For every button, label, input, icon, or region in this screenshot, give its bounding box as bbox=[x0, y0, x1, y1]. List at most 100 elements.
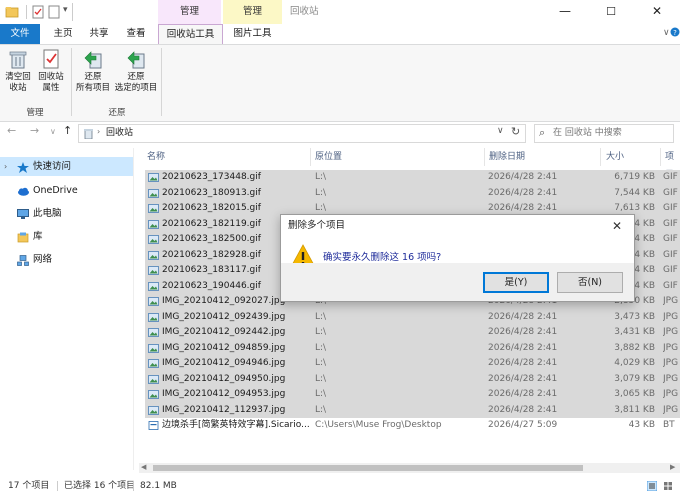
file-date-deleted: 2026/4/28 2:41 bbox=[488, 172, 558, 182]
scroll-right-icon[interactable]: ▶ bbox=[670, 463, 675, 471]
column-header-location[interactable]: 原位置 bbox=[315, 148, 342, 166]
file-item-type: JPG bbox=[663, 358, 679, 368]
help-icon[interactable]: ? bbox=[670, 26, 680, 38]
tab-recycle-bin-tools[interactable]: 回收站工具 bbox=[158, 24, 223, 45]
image-file-icon bbox=[148, 219, 159, 229]
file-row[interactable]: IMG_20210412_092439.jpg L:\ 2026/4/28 2:41… bbox=[145, 309, 680, 325]
file-item-type: JPG bbox=[663, 342, 679, 353]
explorer-icon[interactable] bbox=[5, 5, 19, 19]
file-original-location: C:\Users\Muse Frog\Desktop bbox=[315, 420, 442, 430]
group-label-manage: 管理 bbox=[26, 108, 44, 118]
minimize-button[interactable]: — bbox=[542, 0, 588, 24]
tab-file[interactable]: 文件 bbox=[0, 24, 40, 44]
file-row[interactable]: IMG_20210412_112937.jpg L:\ 2026/4/28 2:41… bbox=[145, 402, 680, 418]
file-row[interactable]: 边境杀手[简繁英特效字幕].Sicario.... C:\Users\Muse F… bbox=[145, 418, 680, 434]
yes-button[interactable]: 是(Y) bbox=[483, 272, 549, 293]
new-folder-icon[interactable] bbox=[48, 5, 60, 19]
maximize-button[interactable]: ☐ bbox=[588, 0, 634, 24]
status-item-count: 17 个项目 bbox=[8, 481, 50, 491]
scroll-left-icon[interactable]: ◀ bbox=[141, 463, 146, 471]
file-item-type: GIF bbox=[663, 249, 678, 260]
column-divider[interactable] bbox=[310, 148, 311, 166]
column-header-size[interactable]: 大小 bbox=[606, 148, 624, 166]
file-name: 20210623_180913.gif bbox=[162, 187, 261, 198]
file-date-deleted: 2026/4/28 2:41 bbox=[488, 389, 558, 399]
file-date-deleted: 2026/4/28 2:41 bbox=[488, 373, 558, 384]
column-header-date-deleted[interactable]: 删除日期 bbox=[489, 148, 525, 166]
file-size: 43 KB bbox=[628, 420, 655, 430]
restore-selected-button[interactable]: 还原 选定的项目 bbox=[113, 48, 159, 94]
file-original-location: L:\ bbox=[315, 187, 327, 198]
file-row[interactable]: 20210623_173448.gif L:\ 2026/4/28 2:41 6,71… bbox=[145, 170, 680, 186]
no-button[interactable]: 否(N) bbox=[557, 272, 623, 293]
restore-all-button[interactable]: 还原 所有项目 bbox=[73, 48, 113, 94]
dialog-close-button[interactable]: ✕ bbox=[600, 215, 634, 237]
up-button[interactable]: ↑ bbox=[63, 124, 72, 137]
file-row[interactable]: IMG_20210412_094859.jpg L:\ 2026/4/28 2:41… bbox=[145, 340, 680, 356]
pane-divider[interactable] bbox=[133, 148, 134, 470]
tab-share[interactable]: 共享 bbox=[82, 24, 116, 43]
empty-recycle-bin-button[interactable]: 清空回 收站 bbox=[2, 48, 34, 94]
group-label-restore: 还原 bbox=[108, 108, 126, 118]
delete-confirmation-dialog: 删除多个项目 ✕ 确实要永久删除这 16 项吗? 是(Y) 否(N) bbox=[280, 214, 635, 302]
file-item-type: GIF bbox=[663, 280, 678, 291]
recycle-bin-properties-button[interactable]: 回收站 属性 bbox=[34, 48, 68, 94]
nav-item-quick-access[interactable]: › 快速访问 bbox=[0, 157, 133, 176]
file-row[interactable]: 20210623_180913.gif L:\ 2026/4/28 2:41 7,54… bbox=[145, 185, 680, 201]
large-icons-view-icon[interactable] bbox=[663, 481, 673, 491]
horizontal-scrollbar[interactable]: ◀ ▶ bbox=[139, 463, 680, 473]
file-date-deleted: 2026/4/28 2:41 bbox=[488, 311, 558, 322]
tab-home[interactable]: 主页 bbox=[44, 24, 82, 43]
back-button[interactable]: ← bbox=[7, 124, 16, 137]
file-item-type: BT bbox=[663, 420, 675, 430]
file-row[interactable]: IMG_20210412_092442.jpg L:\ 2026/4/28 2:41… bbox=[145, 325, 680, 341]
nav-item-label: 网络 bbox=[33, 254, 53, 265]
nav-item-label: 快速访问 bbox=[33, 161, 72, 172]
column-header-name[interactable]: 名称 bbox=[147, 148, 165, 166]
refresh-icon[interactable]: ↻ bbox=[511, 125, 520, 138]
column-divider[interactable] bbox=[600, 148, 601, 166]
file-row[interactable]: IMG_20210412_094946.jpg L:\ 2026/4/28 2:41… bbox=[145, 356, 680, 372]
qat-dropdown-icon[interactable]: ▾ bbox=[63, 5, 68, 15]
column-divider[interactable] bbox=[484, 148, 485, 166]
nav-item-libraries[interactable]: 库 bbox=[0, 227, 133, 246]
image-file-icon bbox=[148, 250, 159, 260]
close-button[interactable]: ✕ bbox=[634, 0, 680, 24]
image-file-icon bbox=[148, 312, 159, 322]
file-original-location: L:\ bbox=[315, 373, 327, 384]
breadcrumb[interactable]: 回收站 bbox=[106, 125, 133, 142]
address-dropdown-icon[interactable]: ∨ bbox=[497, 126, 504, 136]
nav-item-this-pc[interactable]: 此电脑 bbox=[0, 204, 133, 223]
file-row[interactable]: IMG_20210412_094953.jpg L:\ 2026/4/28 2:41… bbox=[145, 387, 680, 403]
restore-selected-icon bbox=[125, 48, 147, 70]
ribbon-expand-icon[interactable]: ∨ bbox=[663, 28, 670, 38]
search-placeholder: 在 回收站 中搜索 bbox=[553, 128, 622, 138]
file-original-location: L:\ bbox=[315, 327, 327, 337]
forward-button[interactable]: → bbox=[30, 124, 39, 137]
star-icon bbox=[17, 161, 29, 173]
nav-item-onedrive[interactable]: OneDrive bbox=[0, 181, 133, 200]
tab-view[interactable]: 查看 bbox=[116, 24, 156, 43]
button-label: 选定的项目 bbox=[114, 83, 158, 93]
context-group-label: 管理 bbox=[179, 6, 199, 17]
file-size: 3,811 KB bbox=[614, 404, 655, 415]
expand-chevron-icon[interactable]: › bbox=[4, 157, 7, 176]
address-bar[interactable]: › 回收站 ∨ ↻ bbox=[78, 124, 526, 143]
tab-picture-tools[interactable]: 图片工具 bbox=[223, 24, 282, 43]
dialog-message: 确实要永久删除这 16 项吗? bbox=[323, 252, 442, 263]
properties-icon[interactable] bbox=[32, 5, 44, 19]
column-divider[interactable] bbox=[660, 148, 661, 166]
file-date-deleted: 2026/4/28 2:41 bbox=[488, 358, 558, 368]
recent-locations-button[interactable]: ∨ bbox=[50, 127, 56, 136]
file-original-location: L:\ bbox=[315, 404, 327, 415]
file-item-type: JPG bbox=[663, 296, 679, 306]
status-separator bbox=[57, 481, 58, 491]
details-view-icon[interactable] bbox=[646, 480, 658, 492]
image-file-icon bbox=[148, 343, 159, 353]
recycle-bin-icon bbox=[83, 128, 94, 140]
column-header-item-type[interactable]: 项目 bbox=[665, 148, 680, 180]
file-row[interactable]: IMG_20210412_094950.jpg L:\ 2026/4/28 2:41… bbox=[145, 371, 680, 387]
nav-item-network[interactable]: 网络 bbox=[0, 250, 133, 269]
scrollbar-thumb[interactable] bbox=[153, 465, 583, 471]
search-input[interactable]: ⌕ 在 回收站 中搜索 bbox=[534, 124, 674, 143]
